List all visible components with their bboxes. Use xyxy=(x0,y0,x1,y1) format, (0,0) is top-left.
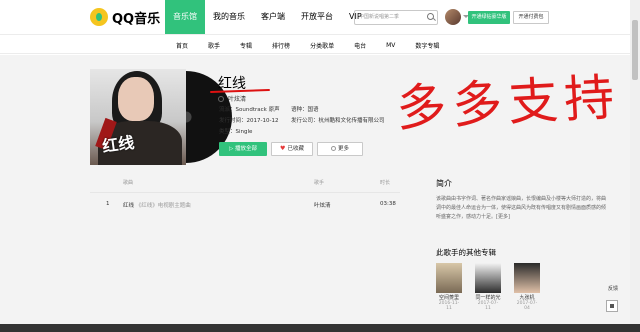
vip-button[interactable]: 开通绿钻豪华版 xyxy=(468,11,510,24)
subnav-singer[interactable]: 歌手 xyxy=(208,41,220,50)
album-content: 红线 红线 叶炫清 流派：Soundtrack 原声 语种：国语 发行时间：20… xyxy=(0,55,640,325)
subnav-home[interactable]: 首页 xyxy=(176,41,188,50)
album-thumb[interactable] xyxy=(475,263,501,293)
genre-info: 流派：Soundtrack 原声 xyxy=(219,107,280,113)
logo-text: QQ音乐 xyxy=(112,11,161,27)
search-placeholder: 中国新说唱第二季 xyxy=(359,14,400,20)
back-to-top-icon[interactable] xyxy=(606,300,618,312)
other-albums-title: 此歌手的其他专辑 xyxy=(436,248,496,257)
album-cover[interactable]: 红线 xyxy=(90,69,232,165)
subnav-mv[interactable]: MV xyxy=(386,42,395,49)
other-album-item[interactable]: 空间菱里 2016-11-11 xyxy=(436,263,462,311)
type-info: 类型：Single xyxy=(219,129,253,135)
subnav-album[interactable]: 专辑 xyxy=(240,41,252,50)
company-info: 发行公司：杭州酷和文化传播有限公司 xyxy=(291,118,385,124)
qq-music-logo[interactable]: QQ音乐 xyxy=(90,8,161,27)
favorite-button[interactable]: ♥ 已收藏 xyxy=(271,142,313,156)
release-info: 发行时间：2017-10-12 xyxy=(219,118,279,124)
intro-title: 简介 xyxy=(436,179,452,188)
heart-icon: ♥ xyxy=(280,145,286,152)
table-row[interactable]: 1 红线 《红线》电视剧主题曲 叶炫清 03:38 xyxy=(90,201,400,215)
nav-client[interactable]: 客户端 xyxy=(253,0,293,34)
more-button[interactable]: 更多 xyxy=(317,142,363,156)
album-singer[interactable]: 叶炫清 xyxy=(218,94,246,103)
scrollbar-thumb[interactable] xyxy=(632,20,638,80)
other-album-item[interactable]: 同一样的光 2017-07-11 xyxy=(475,263,501,311)
song-table-header: 歌曲 歌手 时长 xyxy=(90,179,400,193)
nav-music-hall[interactable]: 音乐馆 xyxy=(165,0,205,34)
album-thumb[interactable] xyxy=(436,263,462,293)
pay-package-button[interactable]: 开通付费包 xyxy=(513,11,549,24)
main-nav: 音乐馆 我的音乐 客户端 开放平台 VIP xyxy=(165,0,370,34)
logo-icon xyxy=(90,8,108,26)
handwritten-annotation: 多多支持 xyxy=(394,68,622,138)
intro-text: 该歌曲由书字作词、著名作曲家谣娘曲，长恨编曲及小楼等大师打造的，将曲调中的最佳人… xyxy=(436,196,607,220)
subnav-playlist[interactable]: 分类歌单 xyxy=(310,41,334,50)
more-icon xyxy=(330,146,336,151)
search-icon[interactable] xyxy=(427,13,434,20)
top-bar: QQ音乐 音乐馆 我的音乐 客户端 开放平台 VIP 中国新说唱第二季 开通绿钻… xyxy=(0,0,640,34)
bottom-bar xyxy=(0,324,640,332)
cover-title: 红线 xyxy=(101,132,136,157)
nav-my-music[interactable]: 我的音乐 xyxy=(205,0,253,34)
nav-open-platform[interactable]: 开放平台 xyxy=(293,0,341,34)
sub-nav: 首页 歌手 专辑 排行榜 分类歌单 电台 MV 数字专辑 xyxy=(0,34,640,54)
cover-image: 红线 xyxy=(90,69,186,165)
other-album-item[interactable]: 九张机 2017-07-04 xyxy=(514,263,540,311)
person-icon xyxy=(218,95,224,102)
album-thumb[interactable] xyxy=(514,263,540,293)
subnav-chart[interactable]: 排行榜 xyxy=(272,41,290,50)
subnav-radio[interactable]: 电台 xyxy=(354,41,366,50)
feedback-link[interactable]: 反馈 xyxy=(604,285,622,292)
avatar[interactable] xyxy=(445,9,461,25)
language-info: 语种：国语 xyxy=(291,107,319,113)
play-all-button[interactable]: ▷ 播放全部 xyxy=(219,142,267,156)
search-input[interactable]: 中国新说唱第二季 xyxy=(354,10,438,25)
subnav-digital-album[interactable]: 数字专辑 xyxy=(415,41,439,50)
singer-name[interactable]: 叶炫清 xyxy=(228,94,246,103)
